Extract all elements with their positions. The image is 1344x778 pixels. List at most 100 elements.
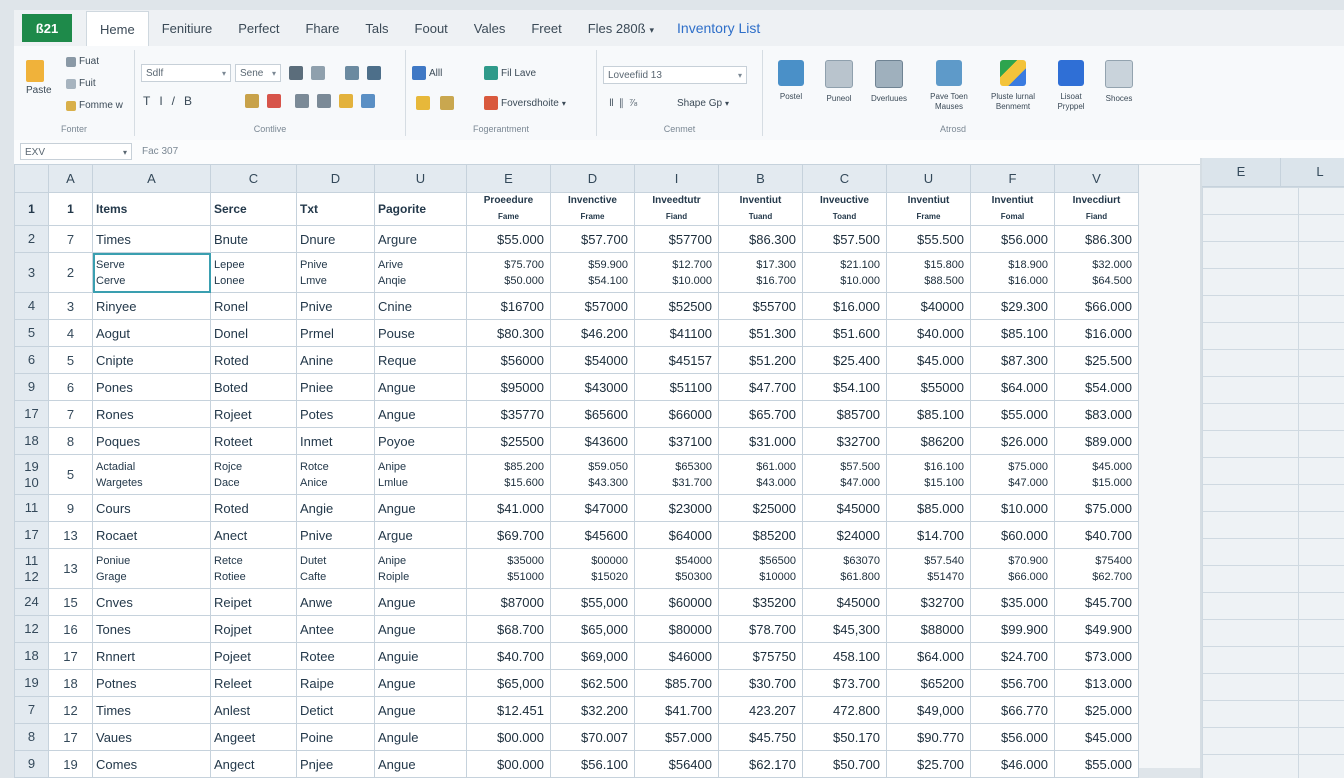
value-cell[interactable]: $62.170 xyxy=(718,750,803,778)
data-cell[interactable]: Argue xyxy=(374,521,467,549)
value-cell[interactable]: $50.170 xyxy=(802,723,887,751)
index-cell[interactable]: 15 xyxy=(48,588,93,616)
cut-button[interactable]: Fuat xyxy=(66,56,99,67)
data-cell[interactable]: Angue xyxy=(374,669,467,697)
data-cell[interactable]: Reipet xyxy=(210,588,297,616)
number-format-select[interactable]: Loveefiid 13 ▾ xyxy=(603,66,747,84)
data-cell[interactable]: Anguie xyxy=(374,642,467,670)
value-cell[interactable]: $41100 xyxy=(634,319,719,347)
data-cell[interactable]: Pniee xyxy=(296,373,375,401)
value-cell[interactable]: $73.700 xyxy=(802,669,887,697)
settings-button[interactable]: Shoces xyxy=(1093,60,1145,104)
column-header[interactable]: B xyxy=(718,164,803,193)
name-box[interactable]: EXV ▾ xyxy=(20,143,132,160)
value-cell[interactable]: $25.400 xyxy=(802,346,887,374)
data-cell[interactable]: Angue xyxy=(374,494,467,522)
secondary-grid[interactable] xyxy=(1202,187,1344,778)
number-format-button[interactable]: Foversdhoite ▾ xyxy=(484,96,566,110)
index-cell[interactable]: 5 xyxy=(48,346,93,374)
data-cell[interactable]: Rojpet xyxy=(210,615,297,643)
data-cell[interactable]: Actadial Wargetes xyxy=(92,454,211,495)
data-cell[interactable]: Serve Cerve xyxy=(92,252,211,293)
data-cell[interactable]: Cours xyxy=(92,494,211,522)
header-cell[interactable]: Items xyxy=(92,192,211,226)
data-cell[interactable]: Inmet xyxy=(296,427,375,455)
value-cell[interactable]: $66.770 xyxy=(970,696,1055,724)
value-cell[interactable]: $88000 xyxy=(886,615,971,643)
value-cell[interactable]: $51.600 xyxy=(802,319,887,347)
value-cell[interactable]: $51100 xyxy=(634,373,719,401)
cell-style-button[interactable]: Shape Gp ▾ xyxy=(677,98,729,109)
value-cell[interactable]: $85.700 xyxy=(634,669,719,697)
pivot-button[interactable]: Dverluues xyxy=(863,60,915,104)
secondary-col-header[interactable]: E xyxy=(1202,158,1281,186)
value-cell[interactable]: $31.000 xyxy=(718,427,803,455)
fill-color-icon[interactable] xyxy=(267,94,281,108)
drive-button[interactable]: Pluste lurnal Benmemt xyxy=(981,60,1045,112)
row-header[interactable]: 24 xyxy=(14,588,49,616)
value-cell[interactable]: $40.700 xyxy=(466,642,551,670)
value-cell[interactable]: $57.540 $51470 xyxy=(886,548,971,589)
value-cell[interactable]: $65600 xyxy=(550,400,635,428)
value-cell[interactable]: $18.900 $16.000 xyxy=(970,252,1055,293)
value-cell[interactable]: $32700 xyxy=(886,588,971,616)
value-cell[interactable]: $45.000 $15.000 xyxy=(1054,454,1139,495)
tab-furniture[interactable]: Fenitiure xyxy=(149,21,226,36)
value-cell[interactable]: $87.300 xyxy=(970,346,1055,374)
column-header[interactable]: C xyxy=(210,164,297,193)
index-cell[interactable]: 3 xyxy=(48,292,93,320)
row-header[interactable]: 4 xyxy=(14,292,49,320)
value-cell[interactable]: $65200 xyxy=(886,669,971,697)
value-cell[interactable]: $78.700 xyxy=(718,615,803,643)
row-header[interactable]: 9 xyxy=(14,750,49,778)
data-cell[interactable]: Rojeet xyxy=(210,400,297,428)
index-cell[interactable]: 5 xyxy=(48,454,93,495)
row-header[interactable]: 11 12 xyxy=(14,548,49,589)
value-cell[interactable]: $55.000 xyxy=(1054,750,1139,778)
value-cell[interactable]: $59.050 $43.300 xyxy=(550,454,635,495)
data-cell[interactable]: Argure xyxy=(374,225,467,253)
data-cell[interactable]: Angue xyxy=(374,588,467,616)
value-cell[interactable]: $25500 xyxy=(466,427,551,455)
row-header[interactable]: 18 xyxy=(14,427,49,455)
index-cell[interactable]: 9 xyxy=(48,494,93,522)
value-cell[interactable]: $35770 xyxy=(466,400,551,428)
header-cell[interactable]: Inveuctive Toand xyxy=(802,192,887,226)
data-cell[interactable]: Angue xyxy=(374,373,467,401)
value-cell[interactable]: $95000 xyxy=(466,373,551,401)
data-cell[interactable]: Pouse xyxy=(374,319,467,347)
data-cell[interactable]: Reque xyxy=(374,346,467,374)
secondary-col-header[interactable]: L xyxy=(1281,158,1344,186)
value-cell[interactable]: $45600 xyxy=(550,521,635,549)
value-cell[interactable]: $73.000 xyxy=(1054,642,1139,670)
data-cell[interactable]: Times xyxy=(92,696,211,724)
data-cell[interactable]: Retce Rotiee xyxy=(210,548,297,589)
value-cell[interactable]: $56.700 xyxy=(970,669,1055,697)
value-cell[interactable]: $75.000 xyxy=(1054,494,1139,522)
value-cell[interactable]: $32.200 xyxy=(550,696,635,724)
value-cell[interactable]: $16.000 xyxy=(1054,319,1139,347)
value-cell[interactable]: $13.000 xyxy=(1054,669,1139,697)
value-cell[interactable]: $10.000 xyxy=(970,494,1055,522)
tab-freet[interactable]: Freet xyxy=(518,21,574,36)
value-cell[interactable]: $64000 xyxy=(634,521,719,549)
data-cell[interactable]: Poques xyxy=(92,427,211,455)
data-cell[interactable]: Pnive Lmve xyxy=(296,252,375,293)
column-header[interactable]: C xyxy=(802,164,887,193)
value-cell[interactable]: $50.700 xyxy=(802,750,887,778)
value-cell[interactable]: $25.000 xyxy=(1054,696,1139,724)
bold-icon[interactable] xyxy=(245,94,259,108)
index-cell[interactable]: 13 xyxy=(48,521,93,549)
grow-font-icon[interactable] xyxy=(289,66,303,80)
data-cell[interactable]: Angule xyxy=(374,723,467,751)
value-cell[interactable]: $57700 xyxy=(634,225,719,253)
data-cell[interactable]: Angue xyxy=(374,696,467,724)
value-cell[interactable]: $26.000 xyxy=(970,427,1055,455)
data-cell[interactable]: Potnes xyxy=(92,669,211,697)
data-cell[interactable]: Bnute xyxy=(210,225,297,253)
value-cell[interactable]: $57000 xyxy=(550,292,635,320)
value-cell[interactable]: $45,300 xyxy=(802,615,887,643)
value-cell[interactable]: $85.100 xyxy=(886,400,971,428)
data-cell[interactable]: Antee xyxy=(296,615,375,643)
align-right-icon[interactable] xyxy=(339,94,353,108)
